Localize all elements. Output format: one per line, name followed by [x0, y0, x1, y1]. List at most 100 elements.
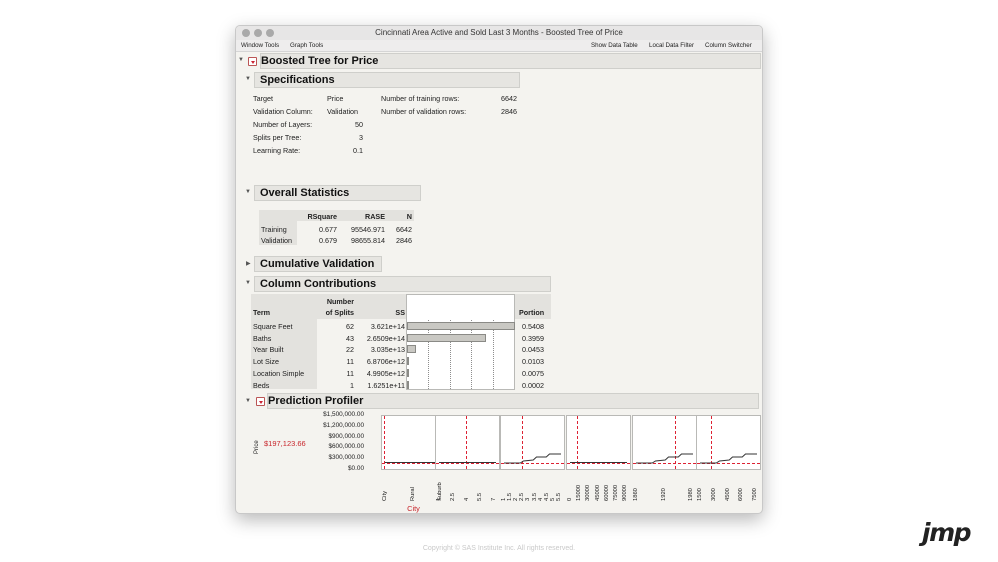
contrib-bar [407, 357, 410, 366]
contrib-grid-line [450, 320, 451, 389]
specifications-toggle[interactable]: ▼ [245, 76, 251, 82]
column-contributions-toggle[interactable]: ▼ [245, 280, 251, 286]
training-rows-value: 6642 [501, 94, 517, 103]
profiler-red-triangle-menu[interactable] [256, 397, 265, 406]
x-tick-label: 5 [549, 497, 556, 501]
contrib-grid-line [428, 320, 429, 389]
prediction-profiler-header[interactable]: Prediction Profiler [267, 393, 759, 409]
menu-show-data-table[interactable]: Show Data Table [591, 42, 638, 49]
prediction-profiler-title: Prediction Profiler [268, 395, 364, 407]
column-contributions-title: Column Contributions [260, 278, 377, 290]
contrib-portion: 0.0103 [522, 357, 544, 367]
col-term: Term [253, 308, 271, 317]
contrib-portion: 0.3959 [522, 333, 544, 343]
collapse-report-toggle[interactable]: ▼ [238, 57, 244, 63]
y-tick-label: $1,200,000.00 [323, 421, 364, 429]
col-ss: SS [395, 308, 405, 317]
report-red-triangle-menu[interactable] [248, 57, 257, 66]
x-tick-label: 4500 [724, 488, 731, 501]
profiler-curve [700, 451, 757, 464]
x-tick-label: 3 [525, 497, 532, 501]
jmp-logo-text: jmp [922, 518, 972, 547]
menu-local-data-filter[interactable]: Local Data Filter [649, 42, 694, 49]
report-window: Cincinnati Area Active and Sold Last 3 M… [235, 25, 763, 514]
contrib-grid-line [493, 320, 494, 389]
cumulative-validation-toggle[interactable]: ▶ [246, 260, 251, 267]
contrib-term: Year Built [253, 345, 284, 355]
x-tick-label: 90000 [622, 484, 628, 501]
x-tick-label: 60000 [603, 484, 610, 501]
column-contributions-header[interactable]: Column Contributions [254, 276, 551, 292]
y-tick-label: $300,000.00 [328, 454, 364, 462]
contrib-ss: 6.8706e+12 [366, 357, 405, 367]
y-tick-label: $1,500,000.00 [323, 411, 364, 418]
contrib-portion: 0.0002 [522, 380, 544, 390]
training-rase: 95546.971 [351, 225, 385, 234]
x-tick-label: 5.5 [477, 492, 484, 501]
contrib-bar [407, 380, 409, 389]
contrib-bar [407, 345, 417, 354]
copyright-footer: Copyright © SAS Institute Inc. All right… [422, 545, 576, 552]
validation-column-label: Validation Column: [253, 107, 313, 116]
x-tick-label: 4.5 [543, 492, 550, 501]
cumulative-validation-header[interactable]: Cumulative Validation [254, 256, 382, 272]
contrib-term: Location Simple [253, 368, 305, 378]
target-value: Price [327, 94, 344, 103]
specifications-title: Specifications [260, 74, 335, 86]
factor-current-value[interactable]: City [384, 504, 444, 513]
col-rsquare: RSquare [307, 212, 337, 221]
x-tick-label: 45000 [594, 484, 601, 501]
x-tick-label: 30000 [585, 484, 592, 501]
target-label: Target [253, 94, 273, 103]
x-tick-label: 1 [436, 497, 442, 501]
contrib-splits: 43 [346, 333, 354, 343]
y-tick-label: $600,000.00 [328, 443, 364, 451]
learning-rate-label: Learning Rate: [253, 146, 301, 155]
validation-n: 2846 [396, 236, 412, 245]
training-n: 6642 [396, 225, 412, 234]
contrib-portion: 0.0075 [522, 368, 544, 378]
contrib-splits: 11 [346, 368, 354, 378]
menu-column-switcher[interactable]: Column Switcher [705, 42, 752, 49]
contrib-splits: 62 [346, 322, 354, 331]
contrib-bar [407, 322, 516, 330]
menu-window-tools[interactable]: Window Tools [241, 42, 279, 49]
overall-statistics-toggle[interactable]: ▼ [245, 189, 251, 195]
y-tick-label: $900,000.00 [328, 432, 364, 440]
cumulative-validation-title: Cumulative Validation [260, 258, 375, 270]
col-portion: Portion [519, 308, 545, 317]
contrib-ss: 1.6251e+11 [367, 380, 405, 390]
x-tick-label: 1860 [633, 488, 639, 501]
validation-rows-label: Number of validation rows: [381, 107, 467, 116]
x-tick-label: Rural [409, 487, 416, 501]
profiler-curve [385, 462, 442, 463]
x-tick-label: 4 [537, 497, 544, 501]
menu-bar: Window Tools Graph Tools Show Data Table… [236, 40, 762, 52]
contrib-bar [407, 333, 487, 342]
title-bar: Cincinnati Area Active and Sold Last 3 M… [236, 26, 762, 40]
contrib-ss: 3.035e+13 [370, 345, 405, 355]
x-tick-label: 3.5 [531, 492, 538, 501]
x-tick-label: 75000 [612, 484, 619, 501]
x-tick-label: 3000 [710, 488, 717, 501]
contrib-bar-area [406, 294, 515, 390]
validation-rows-value: 2846 [501, 107, 517, 116]
prediction-profiler-toggle[interactable]: ▼ [245, 398, 251, 404]
splits-value: 3 [359, 133, 363, 142]
x-tick-label: 1980 [688, 488, 694, 501]
overall-statistics-header[interactable]: Overall Statistics [254, 185, 421, 201]
contrib-grid-line [471, 320, 472, 389]
profiler-crosshair-horizontal [567, 463, 630, 464]
x-tick-label: 1500 [697, 488, 703, 501]
contrib-splits: 22 [346, 345, 354, 355]
x-tick-label: 1920 [660, 488, 667, 501]
specifications-header[interactable]: Specifications [254, 72, 520, 88]
y-tick-label: $0.00 [348, 465, 364, 472]
col-splits-line2: of Splits [325, 308, 354, 317]
contrib-term: Square Feet [253, 322, 293, 331]
menu-graph-tools[interactable]: Graph Tools [290, 42, 323, 49]
profiler-curve [439, 462, 496, 463]
window-title: Cincinnati Area Active and Sold Last 3 M… [375, 28, 623, 37]
profiler-crosshair-horizontal [436, 463, 499, 464]
x-tick-label: 7500 [752, 488, 758, 501]
